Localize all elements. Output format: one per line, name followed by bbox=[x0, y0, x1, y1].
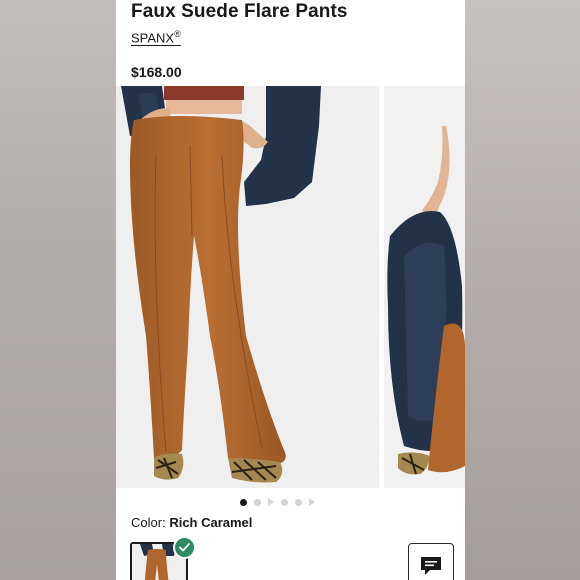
carousel-dot-5[interactable] bbox=[295, 498, 302, 506]
color-selection-label: Color: Rich Caramel bbox=[131, 515, 252, 530]
product-photo-front[interactable] bbox=[116, 86, 379, 488]
chat-icon bbox=[421, 557, 441, 575]
chat-button[interactable] bbox=[408, 543, 454, 580]
video-indicator-icon-2[interactable] bbox=[309, 498, 315, 506]
background-right bbox=[464, 0, 580, 580]
product-title: Faux Suede Flare Pants bbox=[131, 1, 348, 22]
model-front-illustration bbox=[116, 86, 379, 488]
color-label: Color: bbox=[131, 515, 166, 530]
brand-name: SPANX bbox=[131, 30, 175, 46]
registered-mark: ® bbox=[174, 29, 181, 39]
check-icon bbox=[179, 543, 190, 552]
carousel-dot-4[interactable] bbox=[281, 498, 288, 506]
carousel-dot-1[interactable] bbox=[240, 498, 247, 506]
model-side-illustration bbox=[384, 86, 465, 488]
brand-link[interactable]: SPANX® bbox=[131, 29, 181, 45]
carousel-dot-2[interactable] bbox=[254, 498, 261, 506]
product-panel: Faux Suede Flare Pants SPANX® $168.00 Co… bbox=[116, 0, 465, 580]
selected-check-badge bbox=[173, 536, 196, 559]
background-left bbox=[0, 0, 116, 580]
product-price: $168.00 bbox=[131, 64, 182, 80]
carousel-indicators[interactable] bbox=[240, 497, 315, 507]
color-value: Rich Caramel bbox=[169, 515, 253, 530]
video-indicator-icon[interactable] bbox=[268, 498, 274, 506]
image-carousel[interactable] bbox=[116, 86, 465, 488]
product-photo-side[interactable] bbox=[384, 86, 465, 488]
